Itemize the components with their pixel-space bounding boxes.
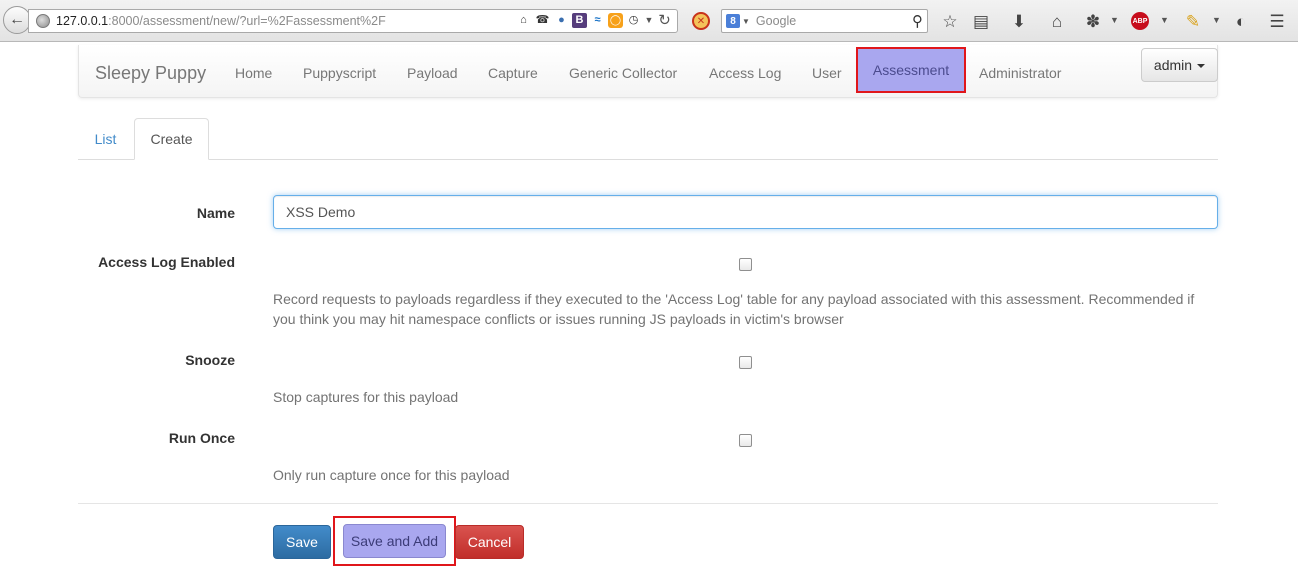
save-and-add-button[interactable]: Save and Add bbox=[343, 524, 446, 558]
save-button[interactable]: Save bbox=[273, 525, 331, 559]
search-engine-dropdown-icon[interactable]: ▼ bbox=[742, 17, 750, 26]
nav-access-log[interactable]: Access Log bbox=[709, 65, 781, 81]
download-icon[interactable]: ⬇ bbox=[1008, 10, 1030, 32]
nav-administrator[interactable]: Administrator bbox=[979, 65, 1061, 81]
run-once-help-text: Only run capture once for this payload bbox=[273, 467, 510, 483]
nav-payload[interactable]: Payload bbox=[407, 65, 458, 81]
phone-icon[interactable]: ☎ bbox=[534, 12, 551, 29]
reading-list-icon[interactable]: ▤ bbox=[970, 10, 992, 32]
url-dropdown-icon[interactable]: ▼ bbox=[644, 12, 654, 29]
bootstrap-icon[interactable]: B bbox=[572, 13, 587, 28]
form-divider bbox=[78, 503, 1218, 504]
python-icon[interactable]: ● bbox=[553, 12, 570, 29]
access-log-enabled-checkbox[interactable] bbox=[739, 258, 752, 271]
menu-hamburger-icon[interactable]: ☰ bbox=[1266, 10, 1288, 32]
extension-u-icon[interactable]: ◯ bbox=[608, 13, 623, 28]
nav-assessment[interactable]: Assessment bbox=[856, 47, 966, 93]
run-once-checkbox[interactable] bbox=[739, 434, 752, 447]
pencil-dropdown-icon[interactable]: ▼ bbox=[1212, 15, 1221, 25]
adblock-icon[interactable]: ABP bbox=[1131, 12, 1149, 30]
name-label: Name bbox=[196, 205, 235, 221]
pencil-icon[interactable]: ✎ bbox=[1182, 10, 1204, 32]
search-bar[interactable]: 8 ▼ Google ⚲ bbox=[721, 9, 928, 33]
url-text[interactable]: 127.0.0.1:8000/assessment/new/?url=%2Fas… bbox=[56, 14, 386, 28]
snooze-help-text: Stop captures for this payload bbox=[273, 389, 459, 405]
snooze-label: Snooze bbox=[185, 352, 235, 368]
globe-extension-icon[interactable]: ◐ bbox=[1230, 10, 1252, 32]
nav-home[interactable]: Home bbox=[235, 65, 272, 81]
clock-icon[interactable]: ◷ bbox=[625, 12, 642, 29]
brand-logo[interactable]: Sleepy Puppy bbox=[95, 63, 206, 84]
run-once-label: Run Once bbox=[168, 430, 235, 446]
snooze-checkbox[interactable] bbox=[739, 356, 752, 369]
url-bar[interactable]: 127.0.0.1:8000/assessment/new/?url=%2Fas… bbox=[28, 9, 678, 33]
user-menu-label: admin bbox=[1153, 57, 1193, 73]
home-button-icon[interactable]: ⌂ bbox=[1046, 10, 1068, 32]
search-engine-icon[interactable]: 8 bbox=[726, 14, 740, 28]
nav-capture[interactable]: Capture bbox=[488, 65, 538, 81]
browser-toolbar: ← 127.0.0.1:8000/assessment/new/?url=%2F… bbox=[0, 0, 1298, 42]
back-arrow-icon[interactable]: ← bbox=[3, 6, 31, 34]
url-bar-icons: ⌂ ☎ ● B ≈ ◯ ◷ ▼ ↻ bbox=[515, 12, 673, 29]
bookmark-star-icon[interactable]: ☆ bbox=[939, 10, 961, 32]
nav-user[interactable]: User bbox=[812, 65, 842, 81]
reload-icon[interactable]: ↻ bbox=[656, 12, 673, 29]
nav-puppyscript[interactable]: Puppyscript bbox=[303, 65, 376, 81]
user-menu-button[interactable]: admin bbox=[1141, 48, 1218, 82]
firebug-dropdown-icon[interactable]: ▼ bbox=[1110, 15, 1119, 25]
cancel-button[interactable]: Cancel bbox=[455, 525, 524, 559]
top-navbar: Sleepy Puppy Home Puppyscript Payload Ca… bbox=[78, 45, 1218, 98]
globe-icon bbox=[36, 14, 50, 28]
tab-list[interactable]: List bbox=[78, 118, 133, 160]
firebug-icon[interactable]: ✽ bbox=[1082, 10, 1104, 32]
search-input[interactable]: Google bbox=[756, 14, 912, 28]
wappalyzer-icon[interactable]: ≈ bbox=[589, 12, 606, 29]
access-log-help-text: Record requests to payloads regardless i… bbox=[273, 291, 1195, 327]
nav-generic-collector[interactable]: Generic Collector bbox=[569, 65, 677, 81]
home-icon[interactable]: ⌂ bbox=[515, 12, 532, 29]
adblock-dropdown-icon[interactable]: ▼ bbox=[1160, 15, 1169, 25]
noscript-icon[interactable]: ✕ bbox=[692, 12, 710, 30]
save-and-add-highlight: Save and Add bbox=[333, 516, 456, 566]
tab-create[interactable]: Create bbox=[134, 118, 209, 160]
caret-down-icon bbox=[1197, 64, 1206, 68]
magnifier-icon[interactable]: ⚲ bbox=[912, 12, 923, 30]
view-tabs: List Create bbox=[78, 118, 1218, 160]
name-input[interactable] bbox=[273, 195, 1218, 229]
access-log-enabled-label: Access Log Enabled bbox=[98, 254, 235, 270]
